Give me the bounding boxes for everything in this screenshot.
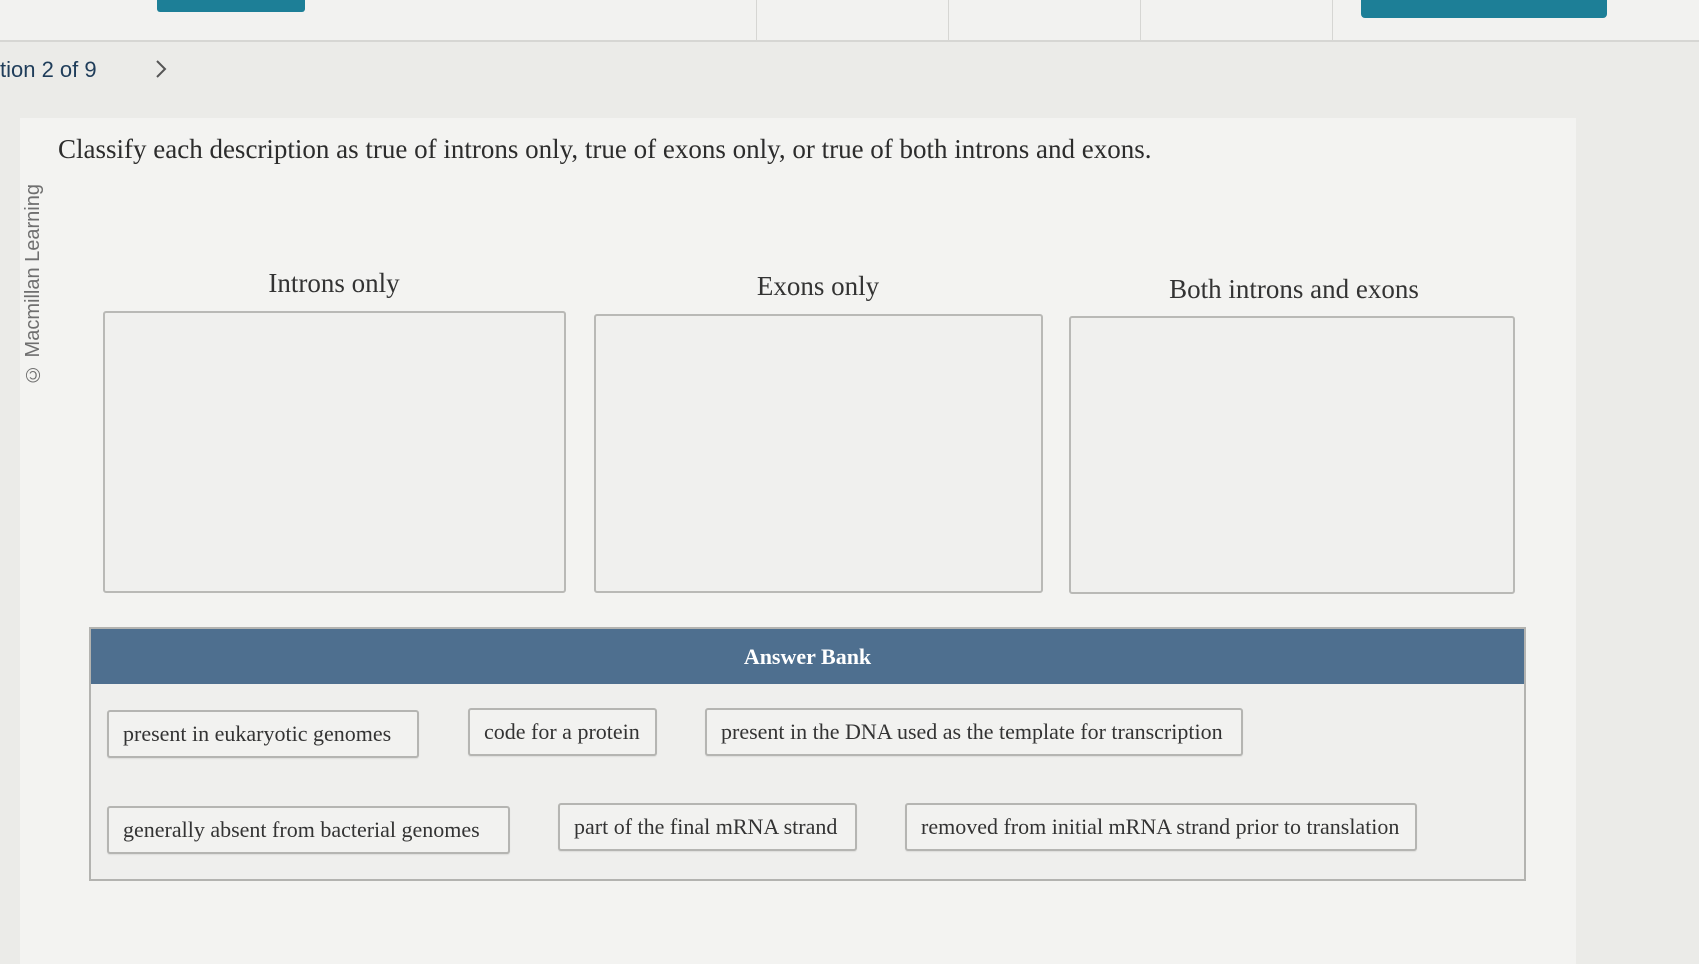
toolbar-button-check-answer[interactable]: [1361, 0, 1607, 18]
answer-chip-removed-from-initial-mrna[interactable]: removed from initial mRNA strand prior t…: [905, 803, 1417, 851]
bin-title-exons-only: Exons only: [756, 271, 880, 301]
top-toolbar: [0, 0, 1699, 42]
answer-chip-absent-from-bacterial-genomes[interactable]: generally absent from bacterial genomes: [107, 806, 510, 854]
bin-title-both: Both introns and exons: [1169, 274, 1419, 304]
drop-zone-exons-only[interactable]: [594, 314, 1043, 593]
toolbar-tab-give-up[interactable]: [949, 0, 1141, 40]
answer-chip-present-in-eukaryotic-genomes[interactable]: present in eukaryotic genomes: [107, 710, 419, 758]
answer-bank-header: Answer Bank: [91, 629, 1524, 684]
question-prompt: Classify each description as true of int…: [58, 134, 1152, 164]
chevron-right-icon[interactable]: [150, 58, 172, 80]
bin-title-introns-only: Introns only: [268, 268, 400, 298]
toolbar-tab-hint[interactable]: [1141, 0, 1333, 40]
answer-chip-present-in-template-dna[interactable]: present in the DNA used as the template …: [705, 708, 1243, 756]
toolbar-button-left[interactable]: [157, 0, 305, 12]
answer-chip-code-for-a-protein[interactable]: code for a protein: [468, 708, 657, 756]
drop-zone-both[interactable]: [1069, 316, 1515, 594]
toolbar-tab-resources[interactable]: [756, 0, 949, 40]
drop-zone-introns-only[interactable]: [103, 311, 566, 593]
question-counter: tion 2 of 9: [0, 57, 97, 82]
answer-chip-part-of-final-mrna[interactable]: part of the final mRNA strand: [558, 803, 857, 851]
question-navigation: tion 2 of 9: [0, 56, 167, 84]
copyright-notice: © Macmillan Learning: [22, 184, 44, 385]
